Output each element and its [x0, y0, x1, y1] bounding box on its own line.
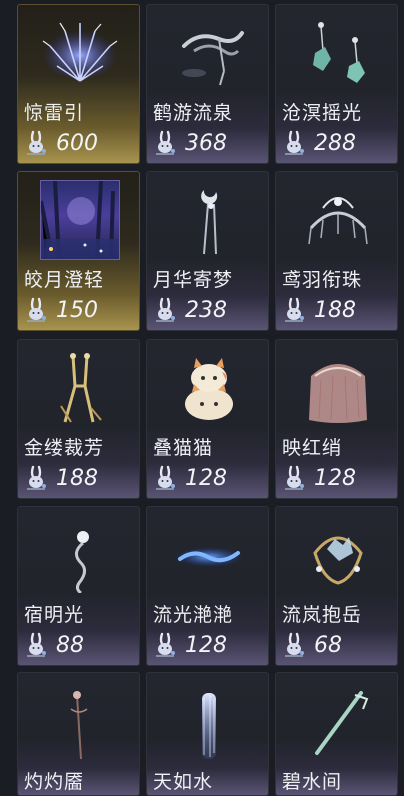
item-name: 流光滟滟 — [153, 604, 234, 626]
rabbit-currency-icon — [282, 632, 306, 658]
item-card[interactable]: 皎月澄轻 150 — [17, 171, 140, 331]
price-value: 150 — [56, 297, 98, 323]
item-card[interactable]: 碧水间 — [275, 672, 398, 796]
rabbit-currency-icon — [24, 465, 48, 491]
price-value: 128 — [185, 465, 227, 491]
item-card[interactable]: 月华寄梦 238 — [146, 171, 269, 331]
item-price: 150 — [24, 296, 98, 324]
crystal-wreath-icon — [276, 507, 397, 599]
item-price: 600 — [24, 129, 98, 157]
flower-hairpin-icon — [18, 673, 139, 765]
price-value: 238 — [185, 297, 227, 323]
item-price: 238 — [153, 296, 227, 324]
pearl-pendant-icon — [18, 507, 139, 599]
item-name: 金缕裁芳 — [24, 437, 105, 459]
item-name: 宿明光 — [24, 604, 85, 626]
item-price: 288 — [282, 129, 356, 157]
item-card[interactable]: 鸢羽衔珠 188 — [275, 171, 398, 331]
rabbit-currency-icon — [282, 297, 306, 323]
item-grid: 惊雷引 600 鹤游流泉 368 沧溟摇光 288 皎月澄轻 150 月华寄梦 … — [0, 0, 404, 796]
item-card[interactable]: 映红绡 128 — [275, 339, 398, 499]
moonlit-forest-scene-icon — [18, 172, 139, 264]
item-card[interactable]: 鹤游流泉 368 — [146, 4, 269, 164]
item-name: 鹤游流泉 — [153, 102, 234, 124]
rabbit-currency-icon — [24, 130, 48, 156]
price-value: 288 — [314, 130, 356, 156]
item-name: 流岚抱岳 — [282, 604, 363, 626]
rabbit-currency-icon — [153, 632, 177, 658]
item-card[interactable]: 流岚抱岳 68 — [275, 506, 398, 666]
red-veil-icon — [276, 340, 397, 432]
item-card[interactable]: 惊雷引 600 — [17, 4, 140, 164]
rabbit-currency-icon — [282, 465, 306, 491]
price-value: 68 — [314, 632, 342, 658]
price-value: 188 — [56, 465, 98, 491]
item-price: 188 — [282, 296, 356, 324]
item-name: 沧溟摇光 — [282, 102, 363, 124]
item-name: 碧水间 — [282, 771, 343, 793]
stacked-cats-icon — [147, 340, 268, 432]
waterfall-icon — [147, 673, 268, 765]
item-price: 88 — [24, 631, 84, 659]
item-price: 68 — [282, 631, 342, 659]
rabbit-currency-icon — [153, 130, 177, 156]
kite-feather-crown-icon — [276, 172, 397, 264]
jade-earrings-icon — [276, 5, 397, 97]
item-card[interactable]: 宿明光 88 — [17, 506, 140, 666]
item-name: 灼灼靥 — [24, 771, 85, 793]
item-name: 月华寄梦 — [153, 269, 234, 291]
item-card[interactable]: 金缕裁芳 188 — [17, 339, 140, 499]
price-value: 88 — [56, 632, 84, 658]
crane-stream-icon — [147, 5, 268, 97]
rabbit-currency-icon — [24, 297, 48, 323]
item-name: 天如水 — [153, 771, 214, 793]
item-card[interactable]: 流光滟滟 128 — [146, 506, 269, 666]
item-name: 映红绡 — [282, 437, 343, 459]
item-name: 皎月澄轻 — [24, 269, 105, 291]
item-price: 128 — [153, 631, 227, 659]
lightning-crest-icon — [18, 5, 139, 97]
item-card[interactable]: 灼灼靥 — [17, 672, 140, 796]
item-name: 鸢羽衔珠 — [282, 269, 363, 291]
price-value: 600 — [56, 130, 98, 156]
price-value: 128 — [314, 465, 356, 491]
rabbit-currency-icon — [153, 297, 177, 323]
item-card[interactable]: 叠猫猫 128 — [146, 339, 269, 499]
item-name: 惊雷引 — [24, 102, 85, 124]
item-price: 128 — [282, 464, 356, 492]
rabbit-currency-icon — [282, 130, 306, 156]
item-price: 128 — [153, 464, 227, 492]
rabbit-currency-icon — [153, 465, 177, 491]
price-value: 188 — [314, 297, 356, 323]
price-value: 368 — [185, 130, 227, 156]
moon-hairpin-icon — [147, 172, 268, 264]
item-card[interactable]: 天如水 — [146, 672, 269, 796]
item-price: 188 — [24, 464, 98, 492]
golden-tassel-icon — [18, 340, 139, 432]
item-price: 368 — [153, 129, 227, 157]
jade-hairpin-icon — [276, 673, 397, 765]
price-value: 128 — [185, 632, 227, 658]
rabbit-currency-icon — [24, 632, 48, 658]
item-card[interactable]: 沧溟摇光 288 — [275, 4, 398, 164]
item-name: 叠猫猫 — [153, 437, 214, 459]
blue-flame-icon — [147, 507, 268, 599]
